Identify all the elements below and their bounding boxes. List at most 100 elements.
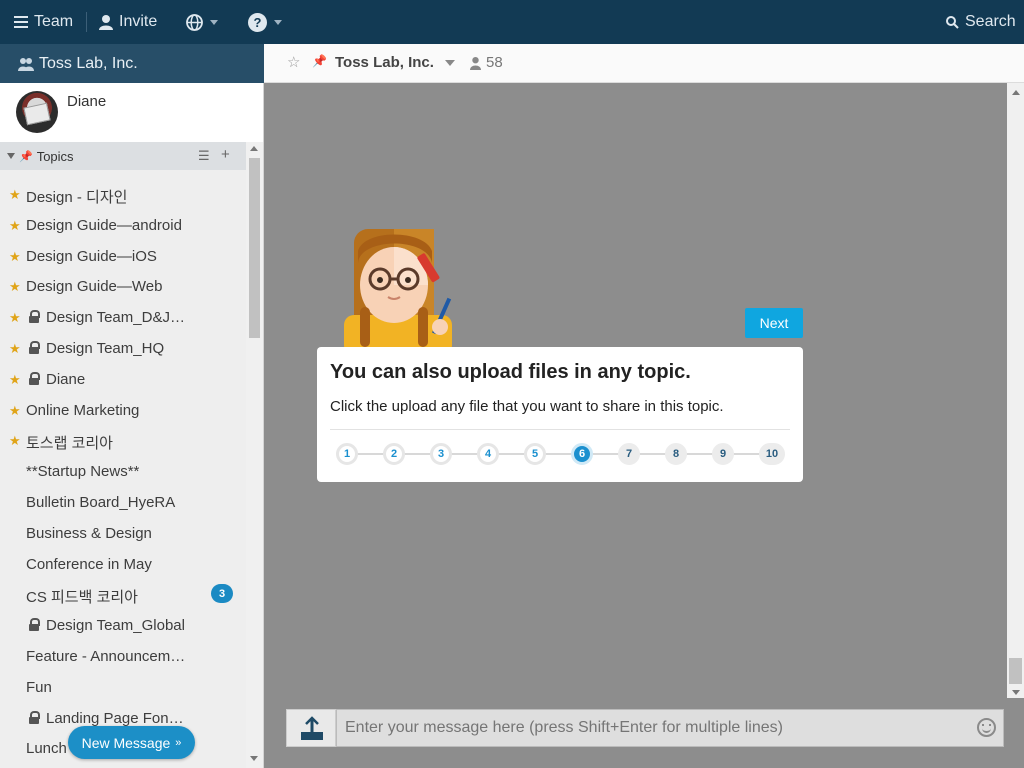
topic-item[interactable]: ★ Design Guide—Web — [0, 272, 246, 302]
topic-label: Design Guide—Web — [26, 278, 163, 295]
tour-step-8[interactable]: 8 — [665, 443, 687, 465]
topic-item[interactable]: **Startup News** — [0, 457, 246, 487]
topic-item[interactable]: ★ Design Team_D&J… — [0, 303, 246, 333]
topic-item[interactable]: Feature - Announcem… — [0, 642, 246, 672]
lock-icon — [28, 310, 40, 323]
message-scrollbar[interactable] — [1007, 83, 1024, 698]
topic-item[interactable]: ★ 토스랩 코리아 — [0, 426, 246, 456]
topic-item[interactable]: Business & Design — [0, 519, 246, 549]
scroll-down-arrow-icon[interactable] — [1012, 690, 1020, 695]
search-button[interactable]: Search — [946, 0, 1016, 44]
tour-next-label: Next — [759, 315, 789, 331]
upload-icon — [301, 716, 323, 740]
scroll-up-arrow-icon[interactable] — [250, 146, 258, 151]
topic-item[interactable]: ★ Diane — [0, 365, 246, 395]
star-icon[interactable]: ☆ — [287, 53, 300, 71]
star-icon: ★ — [9, 310, 21, 325]
lock-icon — [28, 711, 40, 724]
tour-step-2[interactable]: 2 — [383, 443, 405, 465]
globe-icon — [186, 13, 203, 31]
help-menu[interactable]: ? — [248, 0, 282, 44]
topic-item[interactable]: ★ Design Team_HQ — [0, 334, 246, 364]
tour-step-3[interactable]: 3 — [430, 443, 452, 465]
topic-item[interactable]: Bulletin Board_HyeRA — [0, 488, 246, 518]
topic-label: Bulletin Board_HyeRA — [26, 494, 176, 511]
star-icon: ★ — [9, 187, 21, 202]
double-chevron-down-icon: » — [175, 736, 182, 749]
topic-item[interactable]: ★ Design - 디자인 — [0, 180, 246, 210]
pin-icon[interactable]: 📌 — [312, 54, 327, 68]
lock-icon — [28, 341, 40, 354]
topic-label: Design Guide—iOS — [26, 248, 157, 265]
topic-label: Design Team_HQ — [46, 340, 165, 357]
tour-description: Click the upload any file that you want … — [330, 398, 724, 415]
topic-item[interactable]: ★ Online Marketing — [0, 396, 246, 426]
topic-label: CS 피드백 코리아 — [26, 589, 138, 606]
scroll-down-arrow-icon[interactable] — [250, 756, 258, 761]
add-topic-icon[interactable]: + — [221, 146, 230, 163]
chevron-down-icon — [210, 19, 218, 25]
organization-bar[interactable]: Toss Lab, Inc. — [0, 44, 264, 83]
topic-item[interactable]: ★ Design Guide—iOS — [0, 242, 246, 272]
scroll-up-arrow-icon[interactable] — [1012, 90, 1020, 95]
topic-label: 토스랩 코리아 — [26, 435, 113, 452]
topic-label: Design Team_D&J… — [46, 309, 185, 326]
sidebar-scrollbar-thumb[interactable] — [249, 158, 260, 338]
topic-title[interactable]: Toss Lab, Inc. — [335, 54, 434, 71]
tour-step-9[interactable]: 9 — [712, 443, 734, 465]
tour-title: You can also upload files in any topic. — [330, 361, 691, 383]
upload-button[interactable] — [286, 709, 336, 747]
topic-label: Feature - Announcem… — [26, 648, 186, 665]
tour-step-6[interactable]: 6 — [571, 443, 593, 465]
avatar[interactable] — [16, 91, 58, 133]
search-label: Search — [965, 13, 1016, 30]
message-input[interactable] — [336, 709, 1004, 747]
tour-step-4[interactable]: 4 — [477, 443, 499, 465]
topic-item[interactable]: Fun — [0, 673, 246, 703]
invite-label: Invite — [119, 13, 158, 30]
user-name: Diane — [67, 93, 107, 110]
invite-button[interactable]: Invite — [99, 0, 157, 44]
topics-sidebar: 📌 Topics ☰ + ★ Design - 디자인 ★ Design Guide—… — [0, 142, 264, 768]
tour-step-7[interactable]: 7 — [618, 443, 640, 465]
topic-label: Design - 디자인 — [26, 189, 128, 206]
new-message-button[interactable]: New Message » — [68, 726, 195, 759]
tour-next-button[interactable]: Next — [745, 308, 803, 338]
topic-label: Business & Design — [26, 525, 152, 542]
mascot-illustration — [336, 223, 462, 347]
list-icon[interactable]: ☰ — [198, 148, 210, 164]
collapse-arrow-icon[interactable] — [7, 153, 15, 159]
user-icon — [99, 14, 113, 30]
topics-header[interactable]: 📌 Topics ☰ + — [0, 142, 246, 170]
topic-label: Lunch — [26, 740, 67, 757]
team-menu-button[interactable]: Team — [14, 0, 73, 44]
lock-icon — [28, 372, 40, 385]
topic-item[interactable]: Design Team_Global — [0, 611, 246, 641]
chevron-down-icon — [274, 19, 282, 25]
star-icon: ★ — [9, 433, 21, 448]
tour-card: You can also upload files in any topic. … — [317, 347, 803, 482]
topic-label: Design Guide—android — [26, 217, 182, 234]
topic-item[interactable]: ★ Design Guide—android — [0, 211, 246, 241]
member-icon — [470, 57, 481, 70]
topic-label: Online Marketing — [26, 402, 140, 419]
message-scrollbar-thumb[interactable] — [1009, 658, 1022, 684]
topic-header: ☆ 📌 Toss Lab, Inc. 58 — [264, 44, 1024, 83]
user-profile[interactable]: Diane — [0, 83, 264, 142]
tour-step-10[interactable]: 10 — [759, 443, 785, 465]
chevron-down-icon[interactable] — [445, 60, 455, 66]
topic-item[interactable]: Conference in May — [0, 550, 246, 580]
pin-icon: 📌 — [19, 150, 33, 163]
topic-label: Fun — [26, 679, 52, 696]
unread-badge: 3 — [211, 584, 233, 603]
team-icon — [18, 57, 34, 71]
emoji-icon[interactable] — [977, 718, 996, 737]
help-icon: ? — [248, 12, 267, 32]
topic-item[interactable]: CS 피드백 코리아 3 — [0, 580, 246, 610]
tour-step-1[interactable]: 1 — [336, 443, 358, 465]
member-count[interactable]: 58 — [486, 54, 503, 71]
star-icon: ★ — [9, 218, 21, 233]
language-menu[interactable] — [186, 0, 218, 44]
svg-text:?: ? — [254, 15, 262, 30]
tour-step-5[interactable]: 5 — [524, 443, 546, 465]
